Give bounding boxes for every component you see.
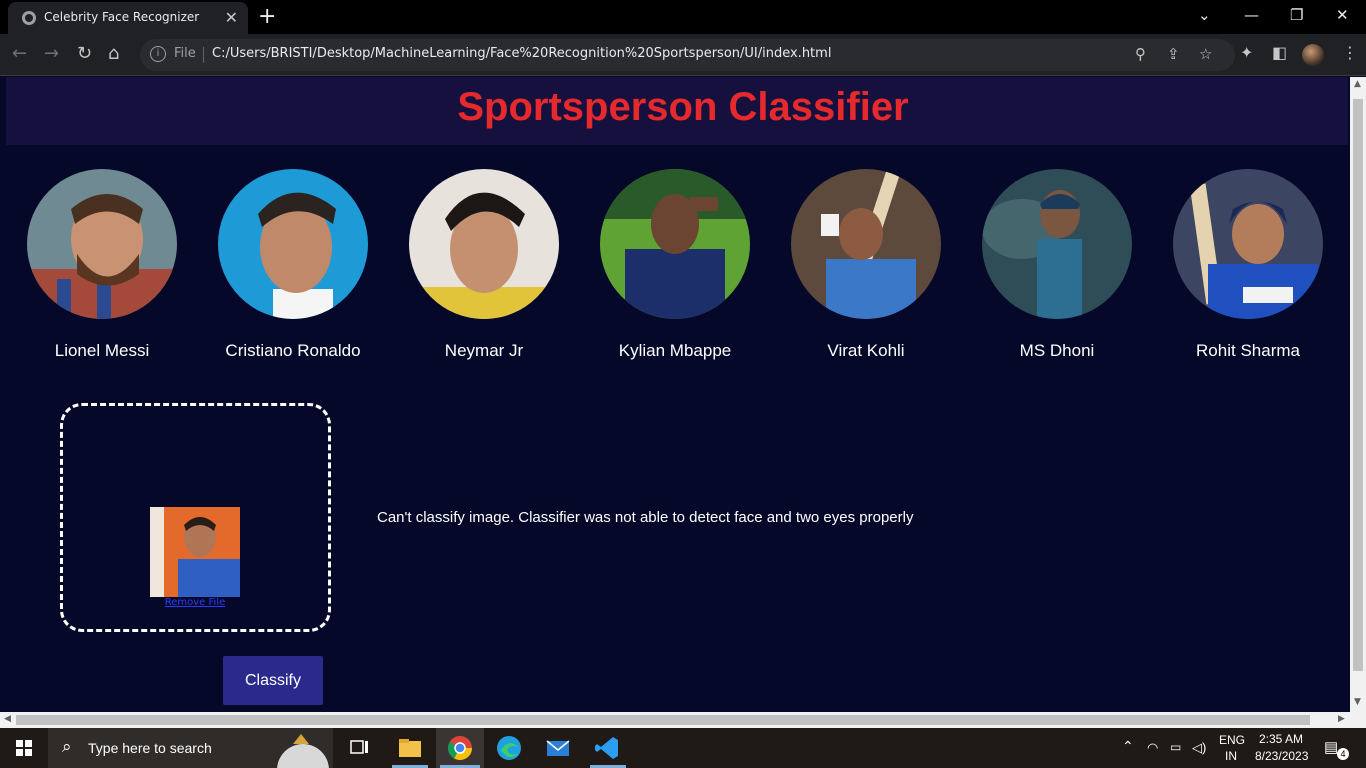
- player-name: Rohit Sharma: [1196, 341, 1300, 360]
- extensions-icon[interactable]: ✦: [1240, 43, 1253, 62]
- battery-icon[interactable]: ▭: [1170, 740, 1181, 754]
- player-name: Lionel Messi: [54, 341, 150, 360]
- side-panel-icon[interactable]: ◧: [1272, 43, 1287, 62]
- volume-icon[interactable]: ◁): [1192, 740, 1206, 756]
- home-icon[interactable]: ⌂: [108, 43, 119, 64]
- new-tab-button[interactable]: +: [258, 4, 276, 29]
- chevron-up-icon[interactable]: ⌃: [1122, 738, 1134, 755]
- player-photo: [982, 169, 1132, 319]
- close-window-icon[interactable]: ✕: [1336, 6, 1349, 24]
- scroll-down-icon[interactable]: ▼: [1354, 697, 1361, 707]
- windows-start-icon[interactable]: [16, 740, 32, 756]
- clock-date[interactable]: 8/23/2023: [1255, 749, 1308, 763]
- player-photo: [1173, 169, 1323, 319]
- back-icon[interactable]: ←: [12, 43, 27, 64]
- player-photo: [218, 169, 368, 319]
- language-top[interactable]: ENG: [1219, 733, 1245, 747]
- vertical-scroll-thumb[interactable]: [1353, 99, 1363, 671]
- horizontal-scroll-thumb[interactable]: [16, 715, 1310, 725]
- divider: [203, 47, 204, 63]
- edge-icon[interactable]: [495, 734, 523, 762]
- scroll-left-icon[interactable]: ◀: [4, 714, 11, 724]
- share-icon[interactable]: ⇪: [1167, 45, 1180, 63]
- forward-icon[interactable]: →: [44, 43, 59, 64]
- profile-avatar[interactable]: [1302, 44, 1324, 66]
- restore-icon[interactable]: ❐: [1290, 6, 1303, 24]
- player-photo: [409, 169, 559, 319]
- player-name: Neymar Jr: [444, 341, 524, 360]
- player-photo: [600, 169, 750, 319]
- tab-title: Celebrity Face Recognizer: [44, 10, 200, 24]
- page-viewport: Sportsperson Classifier Lionel Messi Cri…: [0, 77, 1350, 712]
- close-tab-icon[interactable]: ✕: [225, 8, 238, 27]
- reload-icon[interactable]: ↻: [77, 43, 92, 64]
- page-title: Sportsperson Classifier: [457, 85, 909, 129]
- zoom-icon[interactable]: ⚲: [1135, 45, 1146, 63]
- globe-icon: [22, 11, 36, 25]
- vertical-scrollbar[interactable]: ▲ ▼: [1350, 77, 1366, 712]
- horizontal-scrollbar[interactable]: ◀ ▶: [0, 712, 1366, 728]
- mail-icon[interactable]: [544, 734, 572, 762]
- search-placeholder: Type here to search: [88, 740, 212, 756]
- tab-strip: Celebrity Face Recognizer ✕ + ⌄ — ❐ ✕: [0, 0, 1366, 34]
- search-icon: ⌕: [62, 737, 72, 757]
- file-explorer-icon[interactable]: [396, 734, 424, 762]
- wifi-icon[interactable]: ◠: [1147, 740, 1158, 756]
- image-dropzone[interactable]: Remove File: [60, 403, 331, 632]
- classify-button[interactable]: Classify: [223, 656, 323, 705]
- language-bottom[interactable]: IN: [1225, 749, 1237, 763]
- tab-active[interactable]: Celebrity Face Recognizer ✕: [8, 2, 248, 34]
- vscode-icon[interactable]: [593, 734, 621, 762]
- url-text[interactable]: C:/Users/BRISTI/Desktop/MachineLearning/…: [212, 46, 831, 61]
- player-name: Virat Kohli: [827, 341, 905, 360]
- clock-time[interactable]: 2:35 AM: [1259, 732, 1303, 746]
- windows-taskbar: ⌕ Type here to search ⌃ ◠ ▭ ◁) ENG IN 2:…: [0, 728, 1366, 768]
- browser-toolbar: ← → ↻ ⌂ i File C:/Users/BRISTI/Desktop/M…: [0, 34, 1366, 76]
- address-bar[interactable]: i File C:/Users/BRISTI/Desktop/MachineLe…: [140, 39, 1235, 71]
- taskbar-search[interactable]: ⌕ Type here to search: [48, 728, 333, 768]
- uploaded-image-thumbnail: [150, 507, 240, 597]
- player-name: MS Dhoni: [1019, 341, 1095, 360]
- notification-count-badge: 4: [1337, 748, 1349, 760]
- bookmark-star-icon[interactable]: ☆: [1199, 45, 1212, 63]
- player-name: Cristiano Ronaldo: [225, 341, 361, 360]
- file-label: File: [174, 46, 196, 61]
- scroll-up-icon[interactable]: ▲: [1354, 79, 1361, 89]
- chrome-icon[interactable]: [446, 734, 474, 762]
- info-icon[interactable]: i: [150, 46, 166, 62]
- search-highlight-icon: [277, 734, 329, 768]
- tab-search-icon[interactable]: ⌄: [1198, 6, 1211, 24]
- menu-icon[interactable]: ⋮: [1342, 43, 1358, 62]
- result-message: Can't classify image. Classifier was not…: [377, 509, 914, 526]
- minimize-icon[interactable]: —: [1244, 6, 1259, 24]
- player-name: Kylian Mbappe: [618, 341, 732, 360]
- remove-file-link[interactable]: Remove File: [123, 597, 267, 608]
- player-photo: [791, 169, 941, 319]
- player-photo: [27, 169, 177, 319]
- task-view-icon[interactable]: [346, 734, 374, 762]
- scroll-right-icon[interactable]: ▶: [1338, 714, 1345, 724]
